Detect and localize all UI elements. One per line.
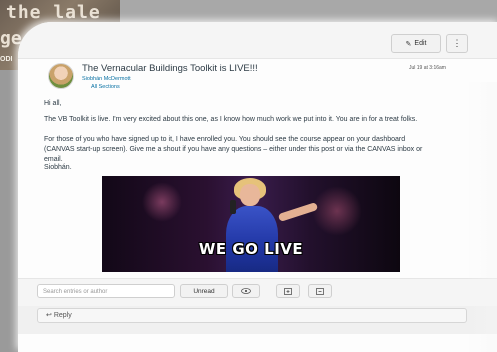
singer-face <box>240 184 260 206</box>
reply-icon: ↩ <box>46 312 52 319</box>
post-paragraph-1: The VB Toolkit is live. I'm very excited… <box>44 116 418 123</box>
edit-label: Edit <box>414 40 427 47</box>
post-paragraph-2: For those of you who have signed up to i… <box>44 136 423 163</box>
unread-button[interactable]: Unread <box>180 284 228 298</box>
background-text-1: the lale <box>6 2 101 23</box>
edit-button[interactable]: ✎ Edit <box>391 34 441 53</box>
sections-label: All Sections <box>91 84 120 90</box>
stage-light <box>312 186 362 236</box>
discussion-card: ✎ Edit ⋮ The Vernacular Buildings Toolki… <box>18 22 497 352</box>
expand-icon[interactable] <box>276 284 300 298</box>
post-signoff: Siobhán. <box>44 164 72 171</box>
stage-light <box>142 182 182 222</box>
reply-button[interactable]: ↩ Reply <box>37 308 467 323</box>
post-title: The Vernacular Buildings Toolkit is LIVE… <box>82 63 258 74</box>
background-text-3: ODI <box>0 56 13 63</box>
reply-label: Reply <box>53 312 72 319</box>
post-greeting: Hi all, <box>44 100 62 107</box>
avatar[interactable] <box>48 63 74 89</box>
search-input[interactable]: Search entries or author <box>37 284 175 298</box>
gif-caption: WE GO LIVE <box>198 240 304 258</box>
eye-icon[interactable] <box>232 284 260 298</box>
post-date: Jul 19 at 3:16am <box>409 65 446 71</box>
singer-dress <box>226 206 278 272</box>
edge-glow <box>466 82 497 352</box>
embedded-gif: WE GO LIVE <box>102 176 400 272</box>
author-link[interactable]: Siobhán McDermott <box>82 76 131 82</box>
microphone-icon <box>230 200 236 214</box>
collapse-icon[interactable] <box>308 284 332 298</box>
kebab-icon: ⋮ <box>452 38 462 48</box>
pencil-icon: ✎ <box>405 40 412 48</box>
more-options-button[interactable]: ⋮ <box>446 34 468 53</box>
